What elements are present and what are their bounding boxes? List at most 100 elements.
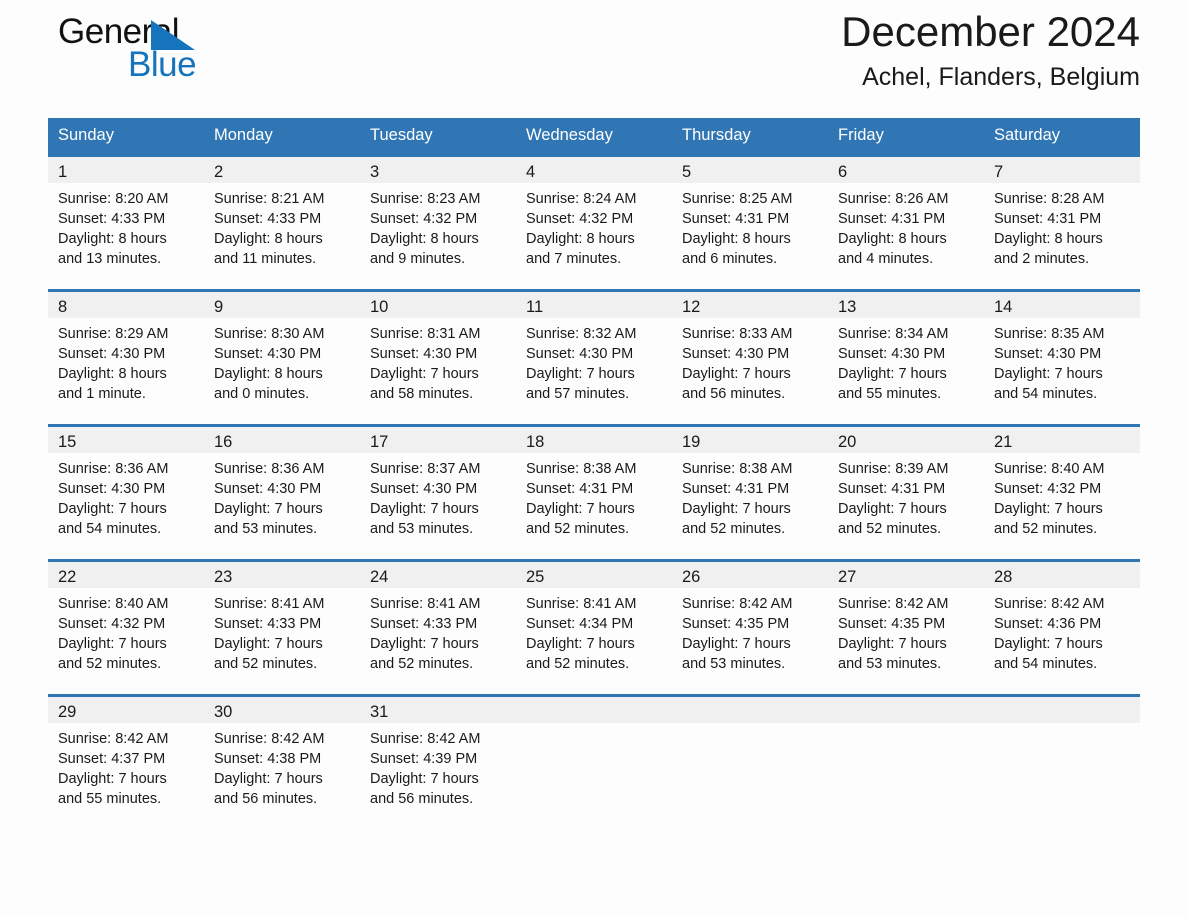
day-number: 12 (682, 298, 701, 316)
daylight-duration-line2: and 54 minutes. (994, 386, 1098, 402)
daylight-duration-line1: Daylight: 7 hours (994, 366, 1103, 382)
daylight-duration-line1: Daylight: 7 hours (682, 366, 791, 382)
daylight-duration-line1: Daylight: 7 hours (214, 771, 323, 787)
sunrise-time: Sunrise: 8:38 AM (526, 461, 637, 477)
day-number-band: 12 (672, 292, 828, 318)
sunrise-time: Sunrise: 8:41 AM (526, 596, 637, 612)
weekday-header-monday: Monday (204, 118, 360, 156)
daylight-duration-line2: and 56 minutes. (370, 791, 474, 807)
sunset-time: Sunset: 4:34 PM (526, 616, 634, 632)
calendar-day-cell[interactable]: 23 Sunrise: 8:41 AM Sunset: 4:33 PM Dayligh… (204, 559, 360, 696)
sunset-time: Sunset: 4:30 PM (58, 481, 166, 497)
calendar-day-cell[interactable]: 20 Sunrise: 8:39 AM Sunset: 4:31 PM Dayligh… (828, 424, 984, 561)
calendar-day-cell[interactable]: 4 Sunrise: 8:24 AM Sunset: 4:32 PM Daylight… (516, 154, 672, 291)
day-number: 23 (214, 568, 233, 586)
day-details: Sunrise: 8:42 AM Sunset: 4:39 PM Daylight:… (360, 723, 516, 809)
calendar-day-cell[interactable]: 24 Sunrise: 8:41 AM Sunset: 4:33 PM Dayligh… (360, 559, 516, 696)
calendar-week-row: 1 Sunrise: 8:20 AM Sunset: 4:33 PM Daylight… (48, 154, 1140, 291)
day-details (828, 723, 984, 729)
day-number-band: 2 (204, 157, 360, 183)
sunset-time: Sunset: 4:38 PM (214, 751, 322, 767)
day-details (984, 723, 1140, 729)
calendar-day-cell[interactable]: 10 Sunrise: 8:31 AM Sunset: 4:30 PM Dayligh… (360, 289, 516, 426)
daylight-duration-line1: Daylight: 8 hours (370, 231, 479, 247)
sunrise-time: Sunrise: 8:25 AM (682, 191, 793, 207)
day-number: 20 (838, 433, 857, 451)
sunrise-time: Sunrise: 8:32 AM (526, 326, 637, 342)
sunrise-time: Sunrise: 8:42 AM (58, 731, 169, 747)
calendar-day-cell[interactable]: 11 Sunrise: 8:32 AM Sunset: 4:30 PM Dayligh… (516, 289, 672, 426)
sunrise-time: Sunrise: 8:42 AM (994, 596, 1105, 612)
sunrise-time: Sunrise: 8:34 AM (838, 326, 949, 342)
sunrise-time: Sunrise: 8:39 AM (838, 461, 949, 477)
calendar-day-cell[interactable]: 5 Sunrise: 8:25 AM Sunset: 4:31 PM Daylight… (672, 154, 828, 291)
calendar-week-row: 8 Sunrise: 8:29 AM Sunset: 4:30 PM Daylight… (48, 289, 1140, 426)
sunrise-time: Sunrise: 8:40 AM (58, 596, 169, 612)
day-number-band: 25 (516, 562, 672, 588)
calendar-day-cell[interactable]: 19 Sunrise: 8:38 AM Sunset: 4:31 PM Dayligh… (672, 424, 828, 561)
calendar-day-cell[interactable]: 2 Sunrise: 8:21 AM Sunset: 4:33 PM Daylight… (204, 154, 360, 291)
calendar-day-cell[interactable]: 12 Sunrise: 8:33 AM Sunset: 4:30 PM Dayligh… (672, 289, 828, 426)
calendar-day-cell[interactable]: 17 Sunrise: 8:37 AM Sunset: 4:30 PM Dayligh… (360, 424, 516, 561)
day-details: Sunrise: 8:36 AM Sunset: 4:30 PM Daylight:… (48, 453, 204, 539)
day-number (984, 697, 1140, 701)
sunset-time: Sunset: 4:32 PM (526, 211, 634, 227)
day-number-band: 28 (984, 562, 1140, 588)
daylight-duration-line2: and 52 minutes. (370, 656, 474, 672)
daylight-duration-line2: and 57 minutes. (526, 386, 630, 402)
calendar-day-cell[interactable]: 28 Sunrise: 8:42 AM Sunset: 4:36 PM Dayligh… (984, 559, 1140, 696)
calendar-day-cell[interactable]: 7 Sunrise: 8:28 AM Sunset: 4:31 PM Daylight… (984, 154, 1140, 291)
calendar-day-cell[interactable]: 8 Sunrise: 8:29 AM Sunset: 4:30 PM Daylight… (48, 289, 204, 426)
day-number: 27 (838, 568, 857, 586)
page-subtitle: Achel, Flanders, Belgium (862, 63, 1140, 91)
calendar-day-cell[interactable]: 6 Sunrise: 8:26 AM Sunset: 4:31 PM Daylight… (828, 154, 984, 291)
daylight-duration-line1: Daylight: 8 hours (214, 231, 323, 247)
daylight-duration-line1: Daylight: 7 hours (370, 366, 479, 382)
calendar-day-cell[interactable]: 26 Sunrise: 8:42 AM Sunset: 4:35 PM Dayligh… (672, 559, 828, 696)
calendar-day-cell[interactable]: 13 Sunrise: 8:34 AM Sunset: 4:30 PM Dayligh… (828, 289, 984, 426)
calendar-day-cell[interactable]: 21 Sunrise: 8:40 AM Sunset: 4:32 PM Dayligh… (984, 424, 1140, 561)
daylight-duration-line1: Daylight: 7 hours (58, 771, 167, 787)
sunrise-time: Sunrise: 8:36 AM (214, 461, 325, 477)
calendar-day-cell[interactable]: 9 Sunrise: 8:30 AM Sunset: 4:30 PM Daylight… (204, 289, 360, 426)
logo-text-blue: Blue (128, 45, 197, 84)
daylight-duration-line1: Daylight: 8 hours (994, 231, 1103, 247)
calendar-day-cell[interactable]: 31 Sunrise: 8:42 AM Sunset: 4:39 PM Dayligh… (360, 694, 516, 829)
daylight-duration-line2: and 52 minutes. (526, 656, 630, 672)
calendar-day-cell[interactable]: 30 Sunrise: 8:42 AM Sunset: 4:38 PM Dayligh… (204, 694, 360, 829)
day-number (672, 697, 828, 701)
day-details: Sunrise: 8:35 AM Sunset: 4:30 PM Daylight:… (984, 318, 1140, 404)
daylight-duration-line1: Daylight: 8 hours (526, 231, 635, 247)
daylight-duration-line2: and 55 minutes. (58, 791, 162, 807)
calendar-day-cell[interactable]: 1 Sunrise: 8:20 AM Sunset: 4:33 PM Daylight… (48, 154, 204, 291)
sunrise-time: Sunrise: 8:40 AM (994, 461, 1105, 477)
calendar-day-cell[interactable]: 15 Sunrise: 8:36 AM Sunset: 4:30 PM Dayligh… (48, 424, 204, 561)
sunset-time: Sunset: 4:30 PM (370, 481, 478, 497)
calendar-day-cell[interactable]: 14 Sunrise: 8:35 AM Sunset: 4:30 PM Dayligh… (984, 289, 1140, 426)
day-number (516, 697, 672, 701)
calendar-day-cell[interactable]: 22 Sunrise: 8:40 AM Sunset: 4:32 PM Dayligh… (48, 559, 204, 696)
day-number-band: 22 (48, 562, 204, 588)
page-title: December 2024 (841, 8, 1140, 55)
calendar-day-cell[interactable]: 3 Sunrise: 8:23 AM Sunset: 4:32 PM Daylight… (360, 154, 516, 291)
daylight-duration-line2: and 58 minutes. (370, 386, 474, 402)
weekday-header-friday: Friday (828, 118, 984, 156)
day-number-band: 7 (984, 157, 1140, 183)
day-number: 1 (58, 163, 68, 181)
day-details: Sunrise: 8:41 AM Sunset: 4:34 PM Daylight:… (516, 588, 672, 674)
calendar-day-cell[interactable]: 29 Sunrise: 8:42 AM Sunset: 4:37 PM Dayligh… (48, 694, 204, 829)
calendar-body: 1 Sunrise: 8:20 AM Sunset: 4:33 PM Daylight… (48, 154, 1140, 829)
calendar-day-cell[interactable]: 18 Sunrise: 8:38 AM Sunset: 4:31 PM Dayligh… (516, 424, 672, 561)
calendar-day-cell[interactable]: 27 Sunrise: 8:42 AM Sunset: 4:35 PM Dayligh… (828, 559, 984, 696)
day-details: Sunrise: 8:28 AM Sunset: 4:31 PM Daylight:… (984, 183, 1140, 269)
calendar-day-cell[interactable]: 25 Sunrise: 8:41 AM Sunset: 4:34 PM Dayligh… (516, 559, 672, 696)
sunrise-time: Sunrise: 8:23 AM (370, 191, 481, 207)
day-details: Sunrise: 8:41 AM Sunset: 4:33 PM Daylight:… (204, 588, 360, 674)
day-number-band: 19 (672, 427, 828, 453)
sunset-time: Sunset: 4:30 PM (214, 346, 322, 362)
calendar-day-cell[interactable]: 16 Sunrise: 8:36 AM Sunset: 4:30 PM Dayligh… (204, 424, 360, 561)
day-number: 30 (214, 703, 233, 721)
general-blue-logo[interactable]: General Blue (48, 12, 248, 88)
sunset-time: Sunset: 4:30 PM (58, 346, 166, 362)
calendar-week-row: 15 Sunrise: 8:36 AM Sunset: 4:30 PM Dayligh… (48, 424, 1140, 561)
